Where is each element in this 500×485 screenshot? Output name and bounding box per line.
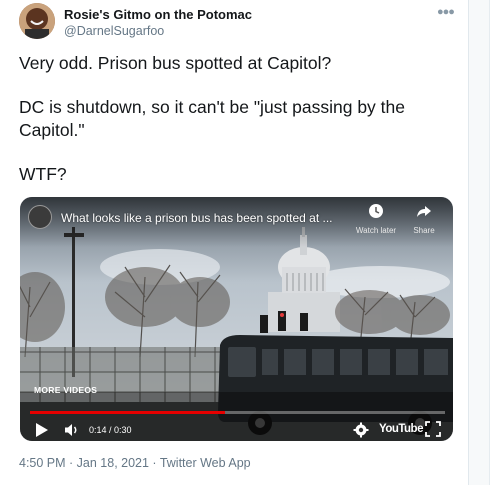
youtube-logo[interactable]: YouTube [379,423,423,435]
tweet-paragraph: DC is shutdown, so it can't be "just pas… [19,97,405,140]
clock-icon [369,204,383,218]
tweet-paragraph: WTF? [19,164,67,184]
share-arrow-icon [417,206,431,217]
progress-bar[interactable] [30,411,226,414]
play-icon[interactable] [36,423,48,442]
video-time: 0:14 / 0:30 [89,425,132,435]
right-column [469,0,500,485]
tweet-card: Rosie's Gitmo on the Potomac @DarnelSuga… [0,0,469,485]
video-title[interactable]: What looks like a prison bus has been sp… [61,211,333,225]
display-name[interactable]: Rosie's Gitmo on the Potomac [64,7,252,22]
share-label: Share [413,226,435,235]
watch-later-button[interactable]: Watch later [350,203,402,235]
fullscreen-icon[interactable] [425,421,441,442]
channel-avatar[interactable] [28,205,52,229]
user-avatar[interactable] [19,3,55,39]
volume-icon[interactable] [64,422,80,443]
ellipsis-icon[interactable]: ●●● [437,6,455,18]
tweet-timestamp[interactable]: 4:50 PM · Jan 18, 2021 · Twitter Web App [19,456,251,470]
user-handle[interactable]: @DarnelSugarfoo [64,24,164,38]
watch-later-label: Watch later [355,226,397,235]
more-videos-button[interactable]: MORE VIDEOS [34,385,97,395]
tweet-text: Very odd. Prison bus spotted at Capitol?… [19,52,439,207]
share-button[interactable]: Share [404,203,444,235]
tweet-paragraph: Very odd. Prison bus spotted at Capitol? [19,53,332,73]
side-panel-edge [489,0,500,485]
gear-icon[interactable] [353,422,369,443]
